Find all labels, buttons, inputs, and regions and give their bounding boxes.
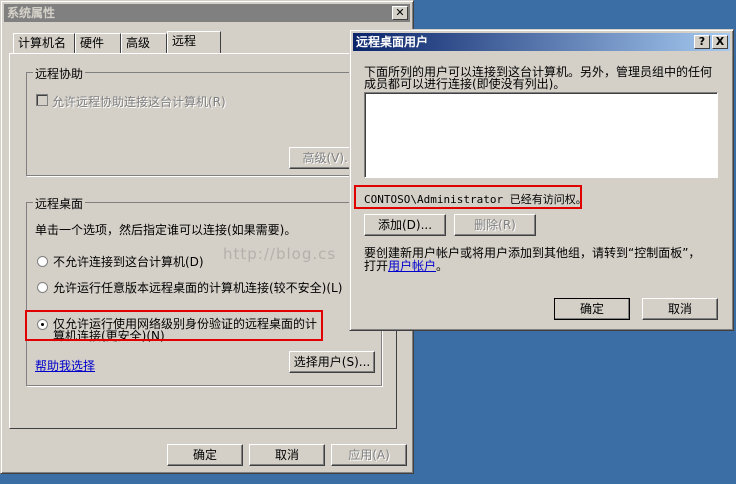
radio-allow-any-version[interactable] [37, 282, 48, 293]
radio-dont-allow-label: 不允许连接到这台计算机(D) [53, 255, 204, 269]
remote-desktop-group: 远程桌面 单击一个选项，然后指定谁可以连接(如果需要)。 不允许连接到这台计算机… [26, 195, 382, 386]
close-icon[interactable]: X [712, 35, 728, 49]
tab-advanced[interactable]: 高级 [121, 33, 167, 53]
remove-button[interactable]: 删除(R) [454, 214, 536, 236]
remote-assistance-group-title: 远程协助 [33, 65, 86, 82]
allow-remote-assistance-checkbox[interactable] [36, 94, 48, 106]
highlight-nla-option [25, 310, 323, 341]
radio-allow-any-version-label: 允许运行任意版本远程桌面的计算机连接(较不安全)(L) [53, 281, 343, 295]
radio-dont-allow[interactable] [37, 256, 48, 267]
access-note: CONTOSO\Administrator 已经有访问权。 [364, 193, 587, 206]
hint-suffix: 。 [436, 259, 449, 273]
users-listbox[interactable] [364, 92, 718, 178]
add-button[interactable]: 添加(D)... [364, 214, 446, 236]
remote-desktop-users-dialog: 远程桌面用户 ? X 下面所列的用户可以连接到这台计算机。另外，管理员组中的任何… [349, 29, 734, 331]
remote-desktop-group-title: 远程桌面 [33, 195, 86, 212]
close-icon[interactable]: ✕ [392, 6, 408, 20]
remote-desktop-instruction: 单击一个选项，然后指定谁可以连接(如果需要)。 [35, 223, 297, 237]
tab-panel-remote: 远程协助 允许远程协助连接这台计算机(R) 高级(V)... 远程桌面 单击一个… [9, 53, 397, 429]
tab-computer-name[interactable]: 计算机名 [13, 33, 75, 53]
dialog-description-line2: 成员都可以进行连接(即使没有列出)。 [364, 77, 566, 91]
help-me-choose-link[interactable]: 帮助我选择 [35, 357, 95, 374]
tab-remote[interactable]: 远程 [167, 31, 221, 53]
tab-hardware[interactable]: 硬件 [75, 33, 121, 53]
ok-button[interactable]: 确定 [167, 444, 243, 466]
cancel-button[interactable]: 取消 [249, 444, 325, 466]
remote-assistance-group: 远程协助 允许远程协助连接这台计算机(R) 高级(V)... [26, 65, 382, 176]
help-icon[interactable]: ? [694, 35, 710, 49]
apply-button[interactable]: 应用(A) [331, 444, 407, 466]
dialog-ok-button[interactable]: 确定 [554, 298, 630, 320]
system-properties-titlebar[interactable]: 系统属性 ✕ [4, 4, 410, 22]
window-title: 系统属性 [7, 6, 56, 20]
allow-remote-assistance-label: 允许远程协助连接这台计算机(R) [52, 95, 226, 109]
user-accounts-link[interactable]: 用户帐户 [388, 259, 436, 273]
select-users-button[interactable]: 选择用户(S)... [289, 351, 375, 373]
dialog-cancel-button[interactable]: 取消 [642, 298, 718, 320]
watermark-text: http://blog.cs [223, 245, 337, 263]
hint-prefix: 打开 [364, 259, 389, 273]
remote-desktop-users-titlebar[interactable]: 远程桌面用户 ? X [353, 33, 730, 51]
hint-line2: 打开用户帐户。 [364, 257, 448, 274]
dialog-title: 远程桌面用户 [356, 35, 429, 49]
